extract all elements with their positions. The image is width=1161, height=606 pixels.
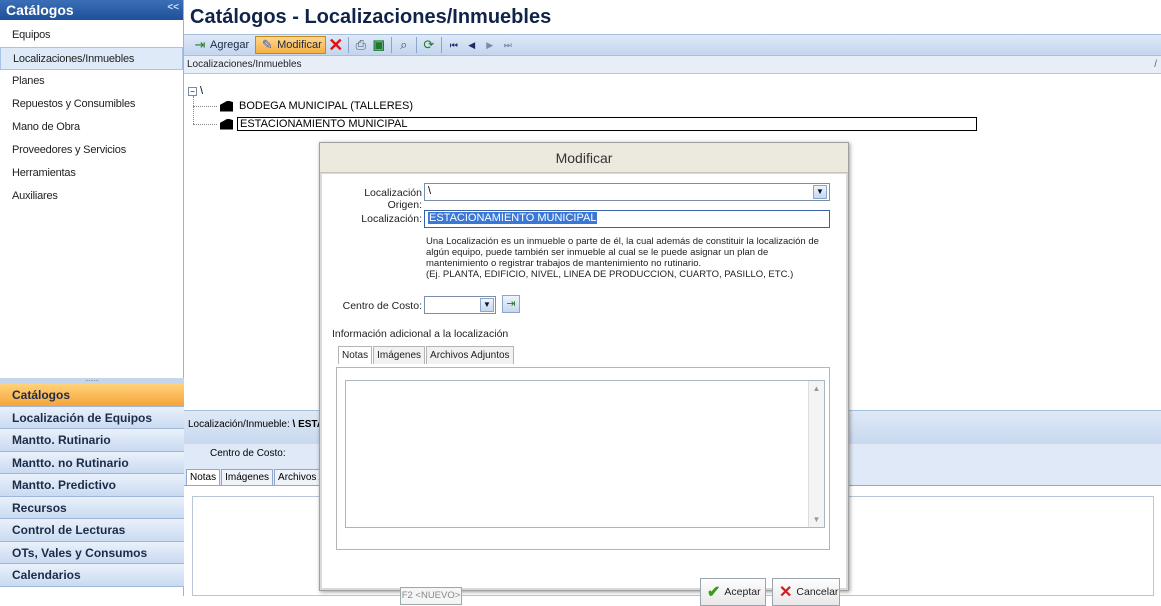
add-icon: ⇥ — [194, 37, 206, 52]
location-value: ESTACIONAMIENTO MUNICIPAL — [428, 212, 598, 224]
additional-info-label: Información adicional a la localización — [332, 328, 509, 340]
add-label: Agregar — [210, 39, 250, 51]
sidebar-nav: Catálogos Localización de Equipos Mantto… — [0, 384, 184, 587]
sidebar-item-repuestos[interactable]: Repuestos y Consumibles — [0, 93, 183, 116]
example-text: (Ej. PLANTA, EDIFICIO, NIVEL, LINEA DE P… — [426, 269, 794, 280]
nav-catalogos[interactable]: Catálogos — [0, 384, 184, 407]
sidebar-item-mano-de-obra[interactable]: Mano de Obra — [0, 116, 183, 139]
tree-connector — [193, 96, 194, 124]
tree-root-label: \ — [200, 85, 204, 97]
toolbar-separator — [347, 37, 349, 53]
page-title: Catálogos - Localizaciones/Inmuebles — [184, 0, 1161, 34]
cancel-button[interactable]: ✕ Cancelar — [772, 578, 840, 606]
edit-icon: ✎ — [261, 37, 273, 52]
notes-textarea[interactable]: ▲ ▼ — [345, 380, 825, 528]
building-icon — [220, 118, 233, 130]
new-shortcut-button[interactable]: F2 <NUEVO> — [400, 587, 462, 605]
print-icon[interactable]: ⎙ — [353, 37, 369, 53]
location-description: Una Localización es un inmueble o parte … — [426, 236, 826, 280]
detail-loc-label: Localización/Inmueble: — [188, 419, 290, 430]
tab-notas[interactable]: Notas — [186, 469, 221, 485]
toolbar-separator — [440, 37, 442, 53]
modify-label: Modificar — [277, 39, 322, 51]
tree-node-estacionamiento[interactable]: ESTACIONAMIENTO MUNICIPAL — [220, 117, 977, 131]
toolbar-separator — [390, 37, 392, 53]
refresh-icon[interactable]: ⟳ — [421, 37, 437, 53]
collapse-toggle-icon[interactable]: − — [188, 86, 197, 96]
dialog-body: Localización Origen: \ ▼ Localización: E… — [322, 174, 846, 606]
tree-header: Localizaciones/Inmuebles / — [184, 56, 1161, 74]
location-input[interactable]: ESTACIONAMIENTO MUNICIPAL — [424, 210, 830, 228]
sidebar-item-equipos[interactable]: Equipos — [0, 24, 183, 47]
excel-icon[interactable]: ▣ — [371, 37, 387, 53]
tree-node-bodega[interactable]: BODEGA MUNICIPAL (TALLERES) — [220, 100, 415, 112]
description-text: Una Localización es un inmueble o parte … — [426, 236, 819, 269]
origin-label: Localización Origen: — [364, 187, 422, 211]
nav-calendarios[interactable]: Calendarios — [0, 564, 184, 587]
tab-imagenes[interactable]: Imágenes — [221, 469, 274, 485]
sidebar: Catálogos << Equipos Localizaciones/Inmu… — [0, 0, 184, 596]
accept-label: Aceptar — [724, 586, 761, 598]
nav-control-lecturas[interactable]: Control de Lecturas — [0, 519, 184, 542]
sidebar-header: Catálogos << — [0, 0, 183, 20]
chevron-down-icon[interactable]: ▼ — [813, 185, 827, 199]
nav-ots-vales[interactable]: OTs, Vales y Consumos — [0, 541, 184, 564]
sidebar-list: Equipos Localizaciones/Inmuebles Planes … — [0, 20, 183, 208]
modify-button[interactable]: ✎ Modificar — [255, 36, 326, 54]
collapse-icon[interactable]: << — [167, 2, 179, 13]
cancel-label: Cancelar — [796, 586, 839, 598]
location-label: Localización: — [361, 213, 422, 225]
delete-icon[interactable]: ✕ — [328, 35, 344, 55]
scroll-up-icon[interactable]: ▲ — [809, 384, 824, 393]
sidebar-title: Catálogos — [6, 2, 74, 18]
nav-recursos[interactable]: Recursos — [0, 496, 184, 519]
search-icon[interactable]: ⌕ — [396, 37, 412, 53]
tree-connector — [193, 124, 217, 125]
dialog-tabs: Notas Imágenes Archivos Adjuntos — [338, 346, 515, 364]
first-icon[interactable]: ⏮ — [446, 37, 462, 53]
sidebar-item-localizaciones[interactable]: Localizaciones/Inmuebles — [0, 47, 183, 70]
sidebar-item-proveedores[interactable]: Proveedores y Servicios — [0, 139, 183, 162]
modify-dialog: Modificar Localización Origen: \ ▼ Local… — [319, 142, 849, 606]
chevron-down-icon[interactable]: ▼ — [480, 298, 494, 312]
nav-localizacion-equipos[interactable]: Localización de Equipos — [0, 406, 184, 429]
tree-root[interactable]: − \ — [188, 85, 203, 97]
toolbar: ⇥ Agregar ✎ Modificar ✕ ⎙ ▣ ⌕ ⟳ ⏮ ◀ ▶ ⏭ — [184, 34, 1161, 56]
tree-node-label: ESTACIONAMIENTO MUNICIPAL — [237, 117, 977, 131]
notes-panel: ▲ ▼ — [336, 367, 830, 550]
tab-notas[interactable]: Notas — [338, 346, 373, 364]
origin-combo[interactable]: \ — [424, 183, 830, 201]
add-button[interactable]: ⇥ Agregar — [188, 36, 253, 54]
prev-icon[interactable]: ◀ — [464, 37, 480, 53]
tree-connector — [193, 106, 217, 107]
nav-mantto-predictivo[interactable]: Mantto. Predictivo — [0, 474, 184, 497]
tree-header-right: / — [1154, 59, 1157, 70]
toolbar-separator — [415, 37, 417, 53]
sidebar-item-auxiliares[interactable]: Auxiliares — [0, 185, 183, 208]
add-cost-center-icon[interactable]: ⇥ — [502, 295, 520, 313]
nav-mantto-rutinario[interactable]: Mantto. Rutinario — [0, 429, 184, 452]
tree-header-label: Localizaciones/Inmuebles — [187, 59, 302, 70]
sidebar-item-planes[interactable]: Planes — [0, 70, 183, 93]
close-icon: ✕ — [779, 584, 793, 601]
tab-archivos-adjuntos[interactable]: Archivos Adjuntos — [426, 346, 514, 364]
dialog-title: Modificar — [320, 143, 848, 173]
accept-button[interactable]: ✔ Aceptar — [700, 578, 766, 606]
scrollbar[interactable]: ▲ ▼ — [808, 381, 824, 527]
scroll-down-icon[interactable]: ▼ — [809, 515, 824, 524]
sidebar-item-herramientas[interactable]: Herramientas — [0, 162, 183, 185]
next-icon[interactable]: ▶ — [482, 37, 498, 53]
origin-value: \ — [428, 185, 432, 197]
last-icon[interactable]: ⏭ — [500, 37, 516, 53]
building-icon — [220, 100, 233, 112]
cost-center-label: Centro de Costo: — [342, 300, 422, 312]
tab-imagenes[interactable]: Imágenes — [373, 346, 426, 364]
checkmark-icon: ✔ — [707, 584, 721, 601]
nav-mantto-no-rutinario[interactable]: Mantto. no Rutinario — [0, 451, 184, 474]
tree-node-label: BODEGA MUNICIPAL (TALLERES) — [239, 100, 414, 112]
